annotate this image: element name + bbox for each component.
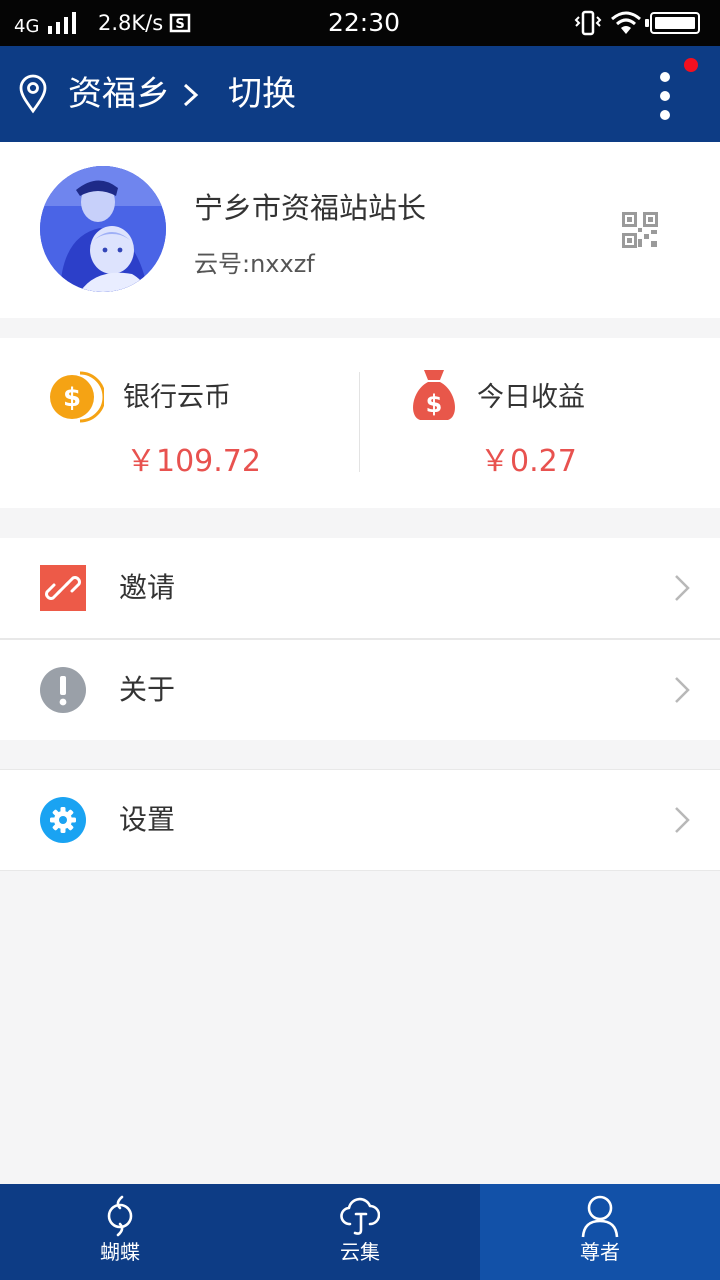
tab-profile[interactable]: 尊者 xyxy=(480,1184,720,1280)
menu-item-about[interactable]: 关于 xyxy=(0,640,720,740)
svg-text:$: $ xyxy=(426,390,443,418)
link-icon xyxy=(40,565,86,611)
screenshot-icon: S xyxy=(169,13,191,33)
tab-label-profile: 尊者 xyxy=(580,1240,620,1264)
network-speed: 2.8K/s xyxy=(98,11,164,35)
user-icon xyxy=(581,1195,619,1238)
cloud-icon xyxy=(340,1197,380,1235)
chevron-right-icon xyxy=(675,677,690,703)
wallet-divider xyxy=(359,372,360,472)
more-dot xyxy=(660,110,670,120)
bank-coin-value[interactable]: ￥109.72 xyxy=(126,442,261,482)
clock: 22:30 xyxy=(328,8,401,37)
today-income-label: 今日收益 xyxy=(477,382,585,413)
menu-label-about: 关于 xyxy=(119,673,176,706)
signal-icon xyxy=(48,12,76,34)
menu-label-settings: 设置 xyxy=(119,803,176,836)
more-menu-button[interactable] xyxy=(646,66,686,126)
bottom-tab-bar: 蝴蝶 云集 尊者 xyxy=(0,1184,720,1280)
bank-coin-label: 银行云币 xyxy=(123,382,231,413)
profile-name: 宁乡市资福站站长 xyxy=(194,191,427,225)
chevron-right-icon xyxy=(675,807,690,833)
cloud-id: 云号:nxxzf xyxy=(194,250,315,278)
wifi-icon xyxy=(611,11,641,34)
more-dot xyxy=(660,91,670,101)
settings-gear-icon xyxy=(40,797,86,843)
tab-label-butterfly: 蝴蝶 xyxy=(100,1240,140,1264)
tab-label-cloud: 云集 xyxy=(340,1240,380,1264)
status-bar: 4G 2.8K/s S 22:30 xyxy=(0,0,720,46)
menu-item-settings[interactable]: 设置 xyxy=(0,770,720,870)
coin-icon: $ xyxy=(50,371,104,423)
avatar-photo xyxy=(40,166,166,292)
switch-location-button[interactable]: 切换 xyxy=(228,72,296,116)
battery-icon xyxy=(645,12,700,34)
profile-card[interactable]: 宁乡市资福站站长 云号:nxxzf xyxy=(0,142,720,318)
divider xyxy=(0,870,720,871)
butterfly-icon xyxy=(107,1195,133,1237)
location-name[interactable]: 资福乡 xyxy=(68,72,170,116)
svg-text:S: S xyxy=(175,17,184,32)
vibrate-icon xyxy=(574,10,602,36)
today-income-value[interactable]: ￥0.27 xyxy=(480,442,577,482)
network-type: 4G xyxy=(14,16,40,37)
info-exclamation-icon xyxy=(40,667,86,713)
svg-text:$: $ xyxy=(63,383,81,413)
location-pin-icon xyxy=(19,74,47,114)
chevron-right-icon[interactable] xyxy=(182,82,200,108)
qr-code-icon[interactable] xyxy=(622,212,658,248)
more-dot xyxy=(660,72,670,82)
tab-cloud[interactable]: 云集 xyxy=(240,1184,480,1280)
tab-butterfly[interactable]: 蝴蝶 xyxy=(0,1184,240,1280)
menu-item-invite[interactable]: 邀请 xyxy=(0,538,720,638)
menu-label-invite: 邀请 xyxy=(119,571,176,604)
notification-badge xyxy=(684,58,698,72)
app-header: 资福乡 切换 xyxy=(0,46,720,142)
wallet-card: $ 银行云币 ￥109.72 $ 今日收益 ￥0.27 xyxy=(0,338,720,508)
chevron-right-icon xyxy=(675,575,690,601)
avatar[interactable] xyxy=(40,166,166,292)
money-bag-icon: $ xyxy=(413,370,455,420)
